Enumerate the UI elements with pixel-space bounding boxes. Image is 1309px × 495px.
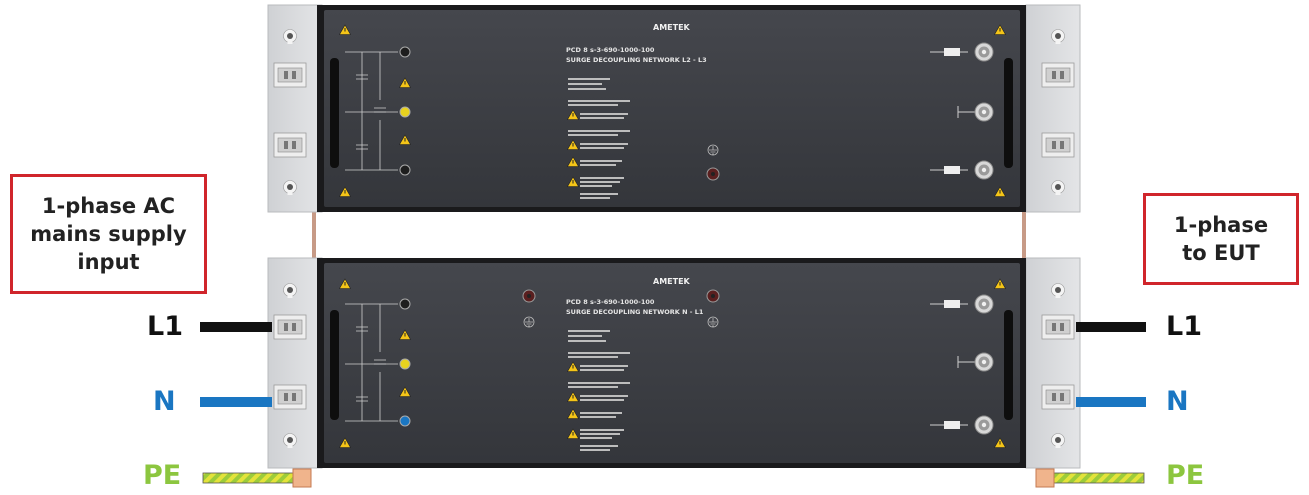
brand-logo: AMETEK — [653, 277, 691, 286]
right-pe-terminal-icon — [1035, 468, 1055, 488]
output-connector-icon — [974, 415, 994, 435]
left-pe-terminal-icon — [292, 468, 312, 488]
terminal-clamp-icon — [1041, 62, 1075, 88]
right-n-label: N — [1166, 386, 1189, 417]
l-binding-post-icon — [399, 46, 411, 58]
brand-logo: AMETEK — [653, 23, 691, 32]
left-pe-wire — [202, 472, 294, 484]
output-connector-icon — [974, 42, 994, 62]
terminal-clamp-icon — [273, 132, 307, 158]
left-l1-label: L1 — [147, 311, 183, 342]
terminal-clamp-icon — [273, 314, 307, 340]
right-handle — [1004, 310, 1013, 420]
decoupling-unit-bottom: AMETEK PCD 8 s-3-690-1000-100 SURGE DECO… — [267, 257, 1081, 469]
right-handle — [1004, 58, 1013, 168]
terminal-clamp-icon — [1041, 384, 1075, 410]
front-panel — [324, 263, 1020, 463]
model-number: PCD 8 s-3-690-1000-100 — [566, 298, 655, 306]
left-n-label: N — [153, 386, 176, 417]
right-pe-wire — [1053, 472, 1145, 484]
left-handle — [330, 310, 339, 420]
output-callout: 1-phase to EUT — [1143, 193, 1299, 285]
output-connector-icon — [974, 102, 994, 122]
left-pe-label: PE — [143, 460, 182, 491]
right-l1-label: L1 — [1166, 311, 1202, 342]
right-l1-wire — [1076, 322, 1146, 332]
right-n-wire — [1076, 397, 1146, 407]
terminal-clamp-icon — [273, 62, 307, 88]
l-binding-post-icon — [399, 298, 411, 310]
left-n-wire — [200, 397, 272, 407]
output-connector-icon — [974, 352, 994, 372]
terminal-clamp-icon — [1041, 132, 1075, 158]
input-callout: 1-phase AC mains supply input — [10, 174, 207, 294]
yellow-binding-post-icon — [399, 106, 411, 118]
decoupling-unit-top: AMETEK PCD 8 s-3-690-1000-100 SURGE DECO… — [267, 4, 1081, 213]
unit-name: SURGE DECOUPLING NETWORK L2 - L3 — [566, 56, 707, 64]
right-pe-label: PE — [1166, 460, 1205, 491]
terminal-clamp-icon — [1041, 314, 1075, 340]
left-l1-wire — [200, 322, 272, 332]
model-number: PCD 8 s-3-690-1000-100 — [566, 46, 655, 54]
output-connector-icon — [974, 160, 994, 180]
left-handle — [330, 58, 339, 168]
n-binding-post-icon — [399, 164, 411, 176]
blue-binding-post-icon — [399, 415, 411, 427]
terminal-clamp-icon — [273, 384, 307, 410]
unit-name: SURGE DECOUPLING NETWORK N - L1 — [566, 308, 704, 316]
output-connector-icon — [974, 294, 994, 314]
yellow-binding-post-icon — [399, 358, 411, 370]
front-panel — [324, 10, 1020, 207]
